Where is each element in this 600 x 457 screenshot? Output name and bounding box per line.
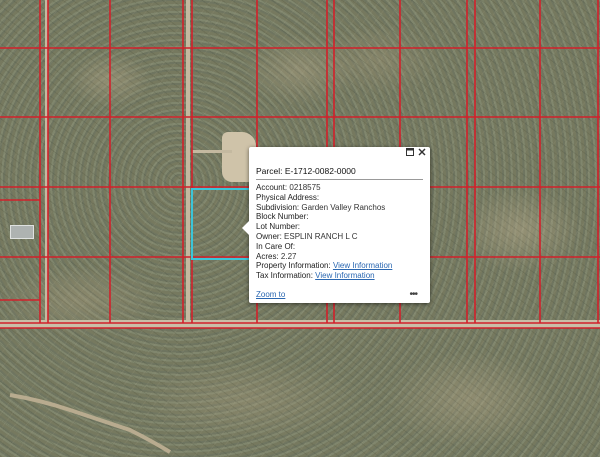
maximize-icon[interactable]	[406, 148, 414, 156]
field-acres: Acres: 2.27	[256, 251, 297, 261]
field-tax-information: Tax Information: View Information	[256, 271, 375, 281]
field-property-information: Property Information: View Information	[256, 261, 393, 271]
wash	[9, 393, 172, 454]
field-physical-address: Physical Address:	[256, 192, 320, 202]
field-lot-number: Lot Number:	[256, 222, 301, 232]
map-view[interactable]: Parcel: E-1712-0082-0000 Account: 021857…	[0, 0, 600, 457]
attribute-list: Account: 0218575 Physical Address: Subdi…	[256, 183, 392, 281]
zoom-to-link[interactable]: Zoom to	[256, 290, 285, 299]
field-in-care-of: In Care Of:	[256, 241, 296, 251]
property-info-link[interactable]: View Information	[333, 261, 392, 270]
close-icon[interactable]	[418, 148, 426, 156]
field-account: Account: 0218575	[256, 183, 321, 192]
popup-title: Parcel: E-1712-0082-0000	[256, 166, 356, 176]
ellipsis-icon[interactable]: •••	[409, 289, 417, 300]
field-subdivision: Subdivision: Garden Valley Ranchos	[256, 202, 386, 212]
divider	[256, 179, 423, 180]
field-owner: Owner: ESPLIN RANCH L C	[256, 231, 358, 241]
parcel-popup: Parcel: E-1712-0082-0000 Account: 021857…	[242, 147, 430, 303]
popup-pointer	[242, 221, 249, 235]
field-block-number: Block Number:	[256, 212, 309, 222]
tax-info-link[interactable]: View Information	[315, 271, 374, 280]
